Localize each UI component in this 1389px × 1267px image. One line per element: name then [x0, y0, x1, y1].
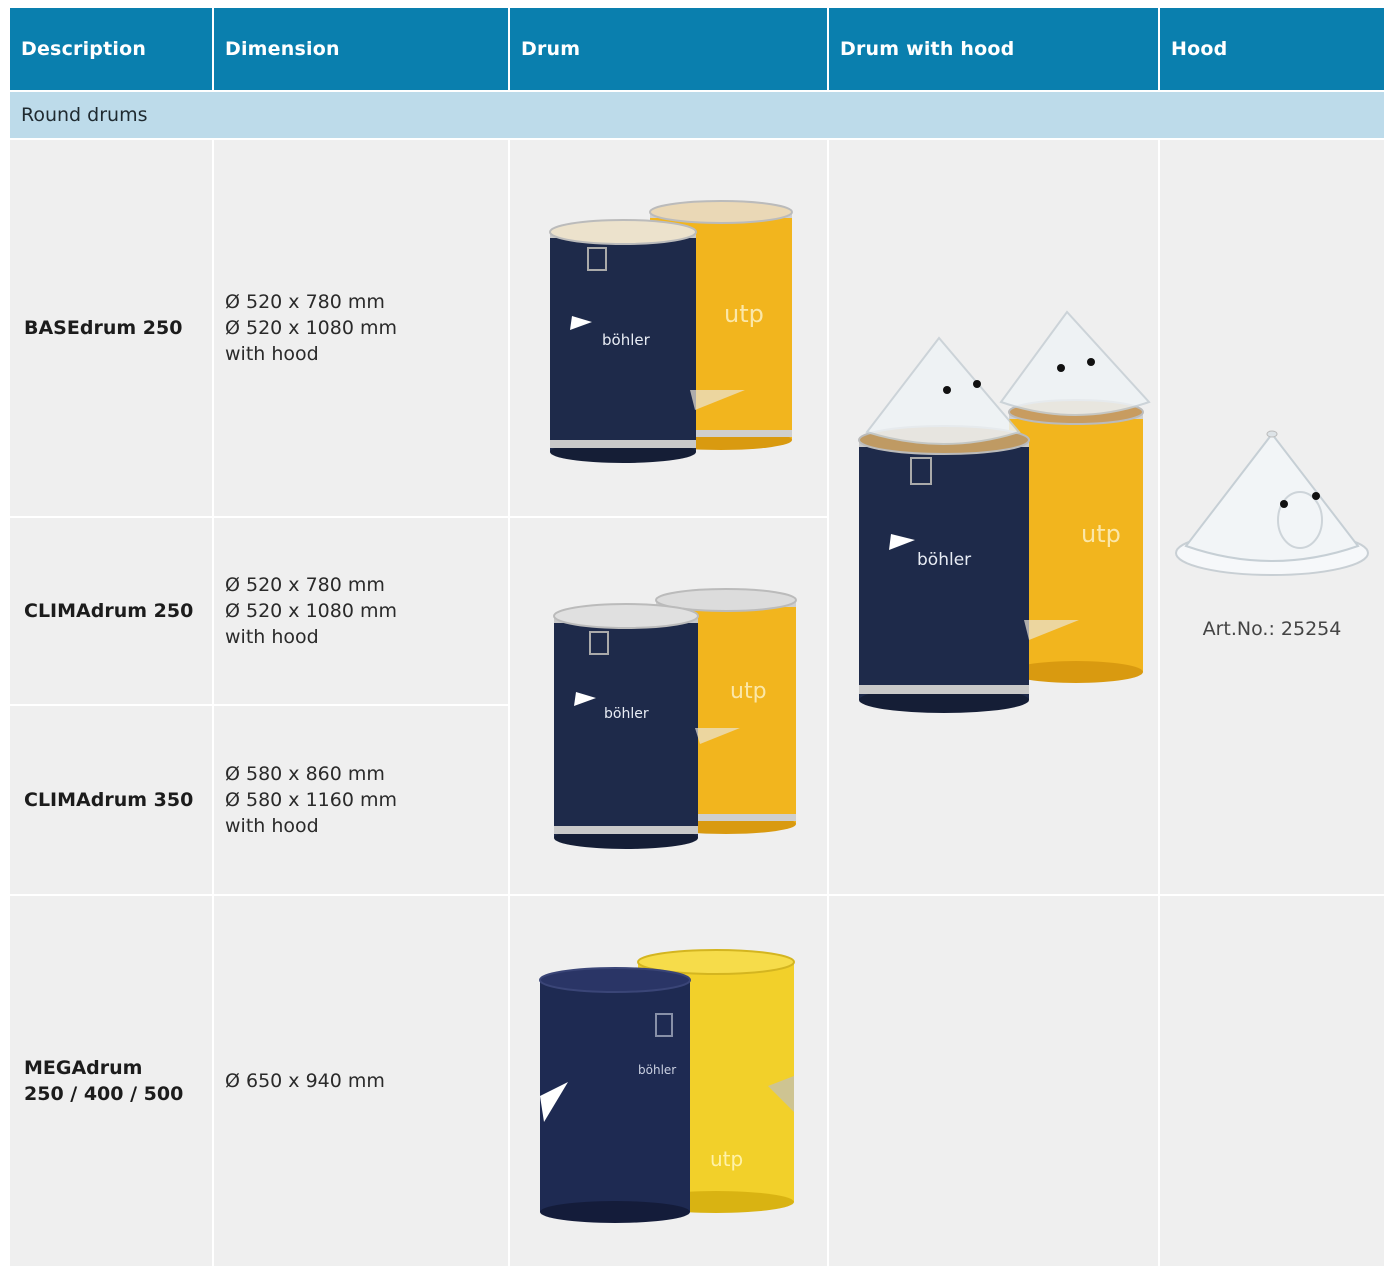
header-drum: Drum	[510, 8, 827, 90]
drum-with-hood-image-cell: utp böhler	[829, 140, 1158, 894]
row-climadrum-drum-image: utp böhler	[510, 518, 827, 894]
dimension-line: Ø 520 x 1080 mm	[225, 317, 397, 339]
utp-logo-text: utp	[730, 679, 767, 704]
hood-image-cell: Art.No.: 25254	[1160, 140, 1384, 894]
utp-logo-text: utp	[724, 300, 764, 328]
bohler-logo-text: böhler	[604, 706, 649, 722]
drum-pair-image: utp böhler	[553, 588, 797, 849]
row-climadrum250-dimension: Ø 520 x 780 mm Ø 520 x 1080 mm with hood	[214, 518, 508, 704]
row-basedrum-description: BASEdrum 250	[10, 140, 212, 516]
drum-pair-image: utp böhler	[539, 949, 795, 1223]
bohler-logo-text: böhler	[917, 550, 971, 570]
dimension-line: Ø 580 x 1160 mm	[225, 789, 397, 811]
row-climadrum250-description: CLIMAdrum 250	[10, 518, 212, 704]
row-name: CLIMAdrum 350	[24, 789, 194, 811]
dimension-line: Ø 520 x 780 mm	[225, 291, 385, 313]
row-name-line: MEGAdrum	[24, 1057, 143, 1079]
utp-logo-text: utp	[1081, 520, 1121, 548]
row-megadrum-hood-empty	[1160, 896, 1384, 1266]
bohler-logo-text: böhler	[638, 1063, 676, 1077]
section-title: Round drums	[10, 92, 1384, 138]
bohler-logo-text: böhler	[602, 331, 651, 349]
hood-image	[1175, 430, 1369, 576]
row-climadrum350-description: CLIMAdrum 350	[10, 706, 212, 894]
row-megadrum-drum-with-hood-empty	[829, 896, 1158, 1266]
dimension-line: Ø 520 x 1080 mm	[225, 600, 397, 622]
dimension-line: with hood	[225, 626, 319, 648]
row-name-line: 250 / 400 / 500	[24, 1083, 184, 1105]
drum-pair-image: utp böhler	[549, 200, 793, 463]
header-hood: Hood	[1160, 8, 1384, 90]
drum-with-hood-image: utp böhler	[858, 310, 1151, 713]
dimension-line: Ø 580 x 860 mm	[225, 763, 385, 785]
drum-table: Description Dimension Drum Drum with hoo…	[10, 8, 1384, 1266]
row-basedrum-dimension: Ø 520 x 780 mm Ø 520 x 1080 mm with hood	[214, 140, 508, 516]
dimension-line: with hood	[225, 815, 319, 837]
hood-article-number: Art.No.: 25254	[1202, 618, 1342, 640]
dimension-line: with hood	[225, 343, 319, 365]
header-dimension: Dimension	[214, 8, 508, 90]
utp-logo-text: utp	[710, 1147, 743, 1171]
header-description: Description	[10, 8, 212, 90]
row-megadrum-drum-image: utp böhler	[510, 896, 827, 1266]
header-drum-with-hood: Drum with hood	[829, 8, 1158, 90]
row-basedrum-drum-image: utp böhler	[510, 140, 827, 516]
dimension-line: Ø 520 x 780 mm	[225, 574, 385, 596]
row-climadrum350-dimension: Ø 580 x 860 mm Ø 580 x 1160 mm with hood	[214, 706, 508, 894]
row-megadrum-dimension: Ø 650 x 940 mm	[214, 896, 508, 1266]
dimension-line: Ø 650 x 940 mm	[225, 1070, 385, 1092]
row-name: BASEdrum 250	[24, 317, 183, 339]
row-name: CLIMAdrum 250	[24, 600, 194, 622]
row-megadrum-description: MEGAdrum 250 / 400 / 500	[10, 896, 212, 1266]
